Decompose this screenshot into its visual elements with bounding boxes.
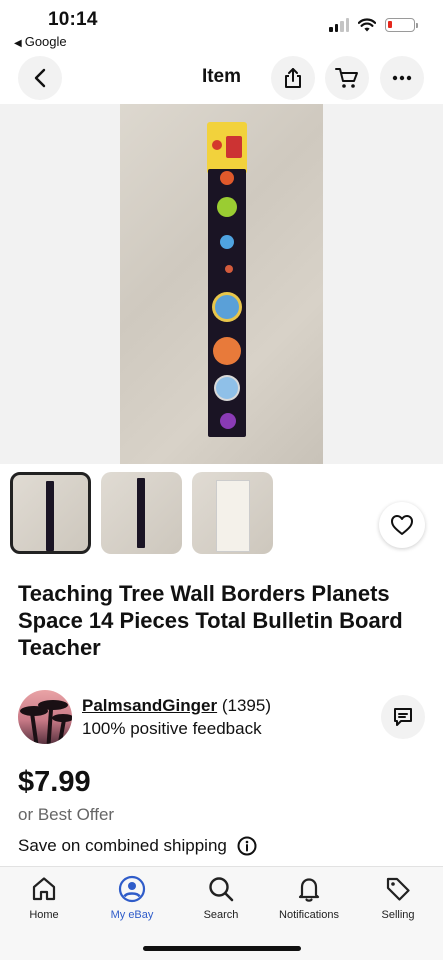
bell-icon bbox=[298, 878, 320, 902]
main-image-area[interactable] bbox=[0, 104, 443, 548]
tab-home-label: Home bbox=[29, 909, 59, 921]
tab-notifications-label: Notifications bbox=[279, 909, 339, 921]
cart-icon bbox=[335, 68, 358, 88]
shipping-label: Save on combined shipping bbox=[18, 836, 227, 855]
more-icon bbox=[392, 75, 412, 81]
back-to-app-link[interactable]: ◀ Google bbox=[14, 34, 67, 49]
thumbnail-3[interactable] bbox=[192, 472, 273, 554]
message-seller-button[interactable] bbox=[381, 695, 425, 739]
tab-home[interactable]: Home bbox=[0, 875, 88, 921]
top-nav: Item bbox=[0, 54, 443, 104]
battery-icon bbox=[385, 18, 418, 32]
tab-my-ebay[interactable]: My eBay bbox=[88, 875, 176, 921]
status-bar: 10:14 ◀ Google bbox=[0, 0, 443, 54]
clock: 10:14 bbox=[48, 9, 98, 30]
border-strip bbox=[208, 169, 246, 437]
more-button[interactable] bbox=[380, 56, 424, 100]
seller-feedback: 100% positive feedback bbox=[82, 719, 262, 738]
thumbnail-2[interactable] bbox=[101, 472, 182, 554]
package-header bbox=[207, 122, 247, 174]
seller-name-line: PalmsandGinger (1395) bbox=[82, 696, 271, 716]
listing-title: Teaching Tree Wall Borders Planets Space… bbox=[18, 581, 403, 660]
thumbnail-strip bbox=[10, 472, 273, 554]
share-button[interactable] bbox=[271, 56, 315, 100]
cellular-signal-icon bbox=[329, 18, 349, 32]
tab-selling-label: Selling bbox=[381, 909, 415, 921]
combined-shipping[interactable]: Save on combined shipping bbox=[18, 836, 257, 856]
page-title: Item bbox=[201, 66, 242, 87]
price: $7.99 bbox=[18, 766, 91, 798]
watch-button[interactable] bbox=[379, 502, 425, 548]
search-icon bbox=[209, 877, 234, 902]
share-icon bbox=[285, 68, 301, 88]
back-triangle-icon: ◀ bbox=[14, 38, 22, 49]
tag-icon bbox=[386, 877, 410, 901]
tab-search[interactable]: Search bbox=[177, 875, 265, 921]
home-indicator bbox=[143, 946, 301, 951]
back-app-label: Google bbox=[24, 34, 67, 49]
tab-notifications[interactable]: Notifications bbox=[265, 875, 353, 921]
user-icon bbox=[118, 875, 146, 903]
seller-info: PalmsandGinger (1395) 100% positive feed… bbox=[18, 690, 425, 746]
home-icon bbox=[32, 877, 56, 901]
tab-search-label: Search bbox=[203, 909, 239, 921]
chat-icon bbox=[394, 708, 412, 726]
seller-avatar[interactable] bbox=[18, 690, 72, 744]
tab-my-ebay-label: My eBay bbox=[110, 909, 154, 921]
thumbnail-1[interactable] bbox=[10, 472, 91, 554]
heart-icon bbox=[391, 515, 413, 535]
best-offer-text: or Best Offer bbox=[18, 805, 115, 824]
status-icons bbox=[329, 18, 418, 32]
tab-selling[interactable]: Selling bbox=[354, 875, 442, 921]
seller-name-link[interactable]: PalmsandGinger bbox=[82, 696, 217, 715]
wifi-icon bbox=[358, 18, 376, 32]
product-photo bbox=[120, 104, 323, 464]
seller-rating-count: (1395) bbox=[221, 696, 271, 715]
cart-button[interactable] bbox=[325, 56, 369, 100]
info-icon[interactable] bbox=[237, 836, 257, 856]
